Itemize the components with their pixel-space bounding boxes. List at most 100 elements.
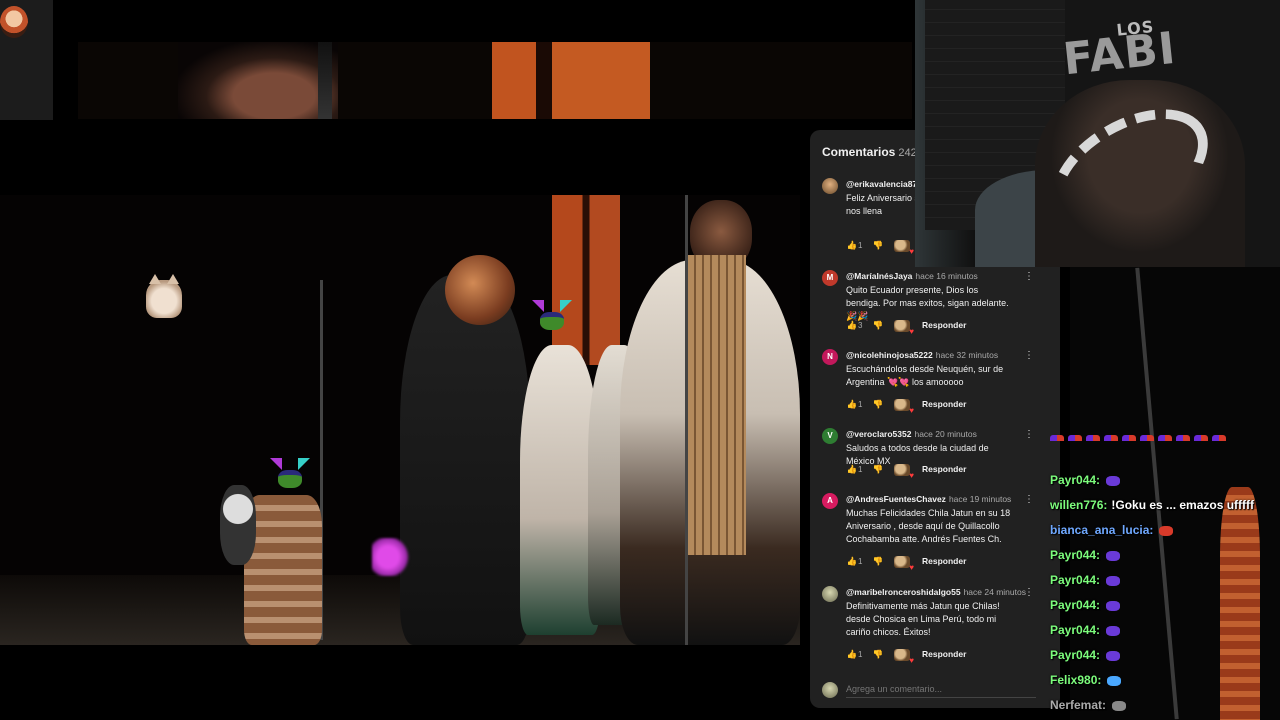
chat-username[interactable]: Felix980: (1050, 673, 1101, 687)
pepe-emote (532, 300, 572, 332)
comment-avatar[interactable] (822, 586, 838, 602)
chat-message: Payr044: (1050, 473, 1121, 487)
comment-author[interactable]: @nicolehinojosa5222 hace 32 minutos (846, 350, 998, 360)
comment-avatar[interactable]: N (822, 349, 838, 365)
comment-text: Muchas Felicidades Chila Jatun en su 18 … (846, 508, 1011, 544)
chat-username[interactable]: Payr044: (1050, 573, 1100, 587)
comments-count: 242 (898, 147, 917, 159)
corner-avatar-tile (0, 0, 53, 120)
add-comment-input[interactable] (846, 684, 1036, 698)
chat-message: Payr044: (1050, 598, 1121, 612)
creator-heart-icon (894, 464, 914, 480)
comment-author[interactable]: @maribelronceroshidalgo55 hace 24 minutos (846, 587, 1026, 597)
emote-row (1050, 433, 1280, 444)
chat-message: Felix980: (1050, 673, 1122, 687)
comment-avatar[interactable] (822, 178, 838, 194)
hat-emote (1106, 475, 1121, 486)
more-options-icon[interactable]: ⋮ (1024, 350, 1034, 361)
chat-username[interactable]: Payr044: (1050, 548, 1100, 562)
comment-author[interactable]: @AndresFuentesChavez hace 19 minutos (846, 494, 1011, 504)
chat-message: Payr044: (1050, 573, 1121, 587)
top-video-strip (78, 42, 912, 119)
reply-button[interactable]: Responder (922, 464, 966, 474)
add-comment-row (810, 678, 1060, 708)
guitarist-mask (445, 255, 515, 325)
creator-heart-icon (894, 649, 914, 665)
panflute (688, 255, 746, 555)
mic-stand (685, 195, 688, 645)
thumbs-up-icon[interactable]: 👍 (846, 464, 858, 475)
comment-text: Quito Ecuador presente, Dios los bendiga… (846, 285, 1009, 321)
thumbs-down-icon[interactable]: 👎 (872, 649, 884, 660)
more-options-icon[interactable]: ⋮ (1024, 587, 1034, 598)
chat-message: bianca_ana_lucia: (1050, 523, 1174, 537)
user-avatar (822, 682, 838, 698)
reply-button[interactable]: Responder (922, 556, 966, 566)
chat-username[interactable]: Payr044: (1050, 648, 1100, 662)
chat-message: Payr044: (1050, 623, 1121, 637)
more-options-icon[interactable]: ⋮ (1024, 429, 1034, 440)
thumbs-down-icon[interactable]: 👎 (872, 399, 884, 410)
more-options-icon[interactable]: ⋮ (1024, 494, 1034, 505)
hat-emote (1106, 625, 1121, 636)
like-count: 1 (858, 465, 863, 475)
chat-username[interactable]: willen776: (1050, 498, 1107, 512)
comment-avatar[interactable]: A (822, 493, 838, 509)
chat-text: !Goku es ... emazos ufffff (1111, 498, 1255, 512)
drummer (220, 485, 256, 565)
comment-actions: 👍1 👎 Responder (846, 399, 966, 415)
thumbs-down-icon[interactable]: 👎 (872, 556, 884, 567)
thumbs-up-icon[interactable]: 👍 (846, 556, 858, 567)
microphone (318, 42, 332, 119)
cat-emote (146, 274, 182, 318)
comment-author[interactable]: @erikavalencia87 (846, 179, 917, 189)
thumbs-up-icon[interactable]: 👍 (846, 649, 858, 660)
chat-username[interactable]: bianca_ana_lucia: (1050, 523, 1153, 537)
thumbs-down-icon[interactable]: 👎 (872, 464, 884, 475)
comment-avatar[interactable]: M (822, 270, 838, 286)
wave-emote (1107, 675, 1122, 686)
reply-button[interactable]: Responder (922, 320, 966, 330)
thumbs-up-icon[interactable]: 👍 (846, 240, 858, 251)
comment-actions: 👍1 👎 Responder (846, 649, 966, 665)
creator-heart-icon (894, 556, 914, 572)
thumbs-up-icon[interactable]: 👍 (846, 399, 858, 410)
comment-author[interactable]: @veroclaro5352 hace 20 minutos (846, 429, 977, 439)
hat-emote (1106, 600, 1121, 611)
hat-emote (1106, 575, 1121, 586)
chat-username[interactable]: Payr044: (1050, 598, 1100, 612)
hat-emote (1106, 550, 1121, 561)
chat-message: willen776: !Goku es ... emazos ufffff (1050, 498, 1254, 512)
chat-username[interactable]: Payr044: (1050, 473, 1100, 487)
chat-username[interactable]: Nerfemat: (1050, 698, 1106, 712)
creator-heart-icon (894, 240, 914, 256)
emote (1112, 700, 1127, 711)
thumbs-down-icon[interactable]: 👎 (872, 240, 884, 251)
stage-backdrop (552, 195, 620, 365)
comment-avatar[interactable]: V (822, 428, 838, 444)
pink-emote (372, 538, 412, 576)
comment-text: Escuchándolos desde Neuquén, sur de Arge… (846, 364, 1004, 387)
like-count: 3 (858, 321, 863, 331)
comment-text: Definitivamente más Jatun que Chilas! de… (846, 601, 1000, 637)
guitarist (400, 275, 530, 645)
creator-heart-icon (894, 320, 914, 336)
thumbs-up-icon[interactable]: 👍 (846, 320, 858, 331)
main-concert-video[interactable] (0, 195, 800, 645)
creator-heart-icon (894, 399, 914, 415)
reply-button[interactable]: Responder (922, 399, 966, 409)
more-options-icon[interactable]: ⋮ (1024, 271, 1034, 282)
like-count: 1 (858, 241, 863, 251)
thumbs-down-icon[interactable]: 👎 (872, 320, 884, 331)
comment-author[interactable]: @MaríaInésJaya hace 16 minutos (846, 271, 978, 281)
singer-closeup (178, 42, 338, 119)
reply-button[interactable]: Responder (922, 649, 966, 659)
comment-actions: 👍1 👎 (846, 240, 914, 256)
comment-actions: 👍1 👎 Responder (846, 464, 966, 480)
comment-time: hace 24 minutos (963, 587, 1026, 597)
chat-message: Nerfemat: (1050, 698, 1127, 712)
hat-emote (1106, 650, 1121, 661)
mushroom-emote (1159, 525, 1174, 536)
chat-username[interactable]: Payr044: (1050, 623, 1100, 637)
comment-actions: 👍3 👎 Responder (846, 320, 966, 336)
